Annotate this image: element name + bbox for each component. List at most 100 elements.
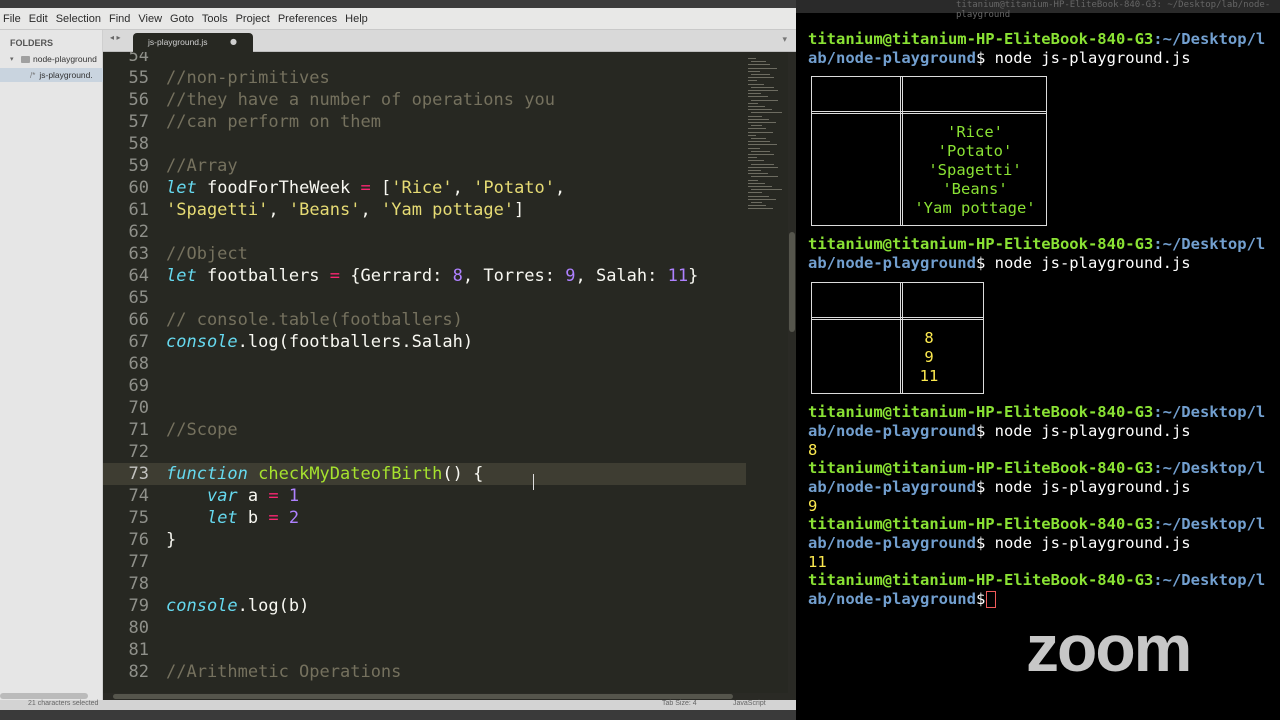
code-token: 'Beans' [288, 200, 361, 220]
code-line[interactable]: 55 //non-primitives [103, 67, 746, 89]
code-line[interactable]: 70 [103, 397, 746, 419]
menu-preferences[interactable]: Preferences [275, 13, 342, 25]
command-text: $ node js-playground.js [975, 49, 1191, 67]
prompt-path: :~/Desktop/l [1153, 235, 1266, 253]
prompt-user: titanium@titanium-HP-EliteBook-840-G3 [808, 571, 1154, 589]
code-line[interactable]: 59 //Array [103, 155, 746, 177]
minimap-line [748, 198, 776, 200]
table-divider [812, 317, 983, 320]
menu-file[interactable]: File [0, 13, 26, 25]
code-line[interactable]: 74 var a = 1 [103, 485, 746, 507]
sidebar-file-js-playground[interactable]: /* js-playground. [0, 68, 103, 82]
code-line[interactable]: 72 [103, 441, 746, 463]
menu-tools[interactable]: Tools [199, 13, 233, 25]
minimap-line [751, 150, 770, 152]
minimap-line [748, 131, 773, 133]
code-line[interactable]: 54 [103, 52, 746, 67]
text-cursor-ibeam-icon [533, 474, 539, 490]
vertical-scrollbar[interactable] [788, 52, 796, 693]
table-header-values: Values [915, 291, 972, 309]
code-line[interactable]: 63 //Object [103, 243, 746, 265]
tab-dropdown-icon[interactable]: ▾ [782, 35, 787, 45]
prompt-user: titanium@titanium-HP-EliteBook-840-G3 [808, 235, 1154, 253]
code-token: 2 [288, 508, 300, 528]
status-bar: 21 characters selected Tab Size: 4 JavaS… [0, 700, 796, 710]
menu-view[interactable]: View [135, 13, 167, 25]
minimap-line [748, 179, 758, 181]
menu-project[interactable]: Project [233, 13, 275, 25]
code-line[interactable]: 62 [103, 221, 746, 243]
minimap-line [748, 90, 778, 91]
code-line[interactable]: 56 //they have a number of operations you [103, 89, 746, 111]
line-number: 64 [128, 266, 149, 286]
chevron-down-icon[interactable]: ▾ [10, 55, 18, 63]
code-line[interactable]: 67 console.log(footballers.Salah) [103, 331, 746, 353]
code-token: 'Spagetti' [166, 200, 269, 220]
prompt-path: :~/Desktop/l [1153, 459, 1266, 477]
code-line[interactable]: 79 console.log(b) [103, 595, 746, 617]
code-text: //can perform on them [166, 111, 381, 133]
code-line[interactable]: 75 let b = 2 [103, 507, 746, 529]
code-line[interactable]: 65 [103, 287, 746, 309]
menu-goto[interactable]: Goto [167, 13, 199, 25]
code-line[interactable]: 81 [103, 639, 746, 661]
horizontal-scrollbar-thumb[interactable] [113, 694, 733, 699]
code-area[interactable]: 54 55 //non-primitives 56 //they have a numb… [103, 52, 746, 693]
sidebar-horizontal-scrollbar[interactable] [0, 693, 88, 699]
code-text: function checkMyDateofBirth() { [166, 463, 483, 485]
code-line[interactable]: 77 [103, 551, 746, 573]
table-cell-value: 11 [919, 367, 939, 385]
sidebar: FOLDERS ▾ node-playground /* js-playgrou… [0, 30, 103, 710]
code-line[interactable]: 71 //Scope [103, 419, 746, 441]
terminal-command-line: ab/node-playground$ node js-playground.j… [808, 478, 1191, 497]
menu-find[interactable]: Find [106, 13, 135, 25]
code-line[interactable]: 76} [103, 529, 746, 551]
minimap-line [748, 134, 756, 136]
prompt-path: :~/Desktop/l [1153, 571, 1266, 589]
code-line[interactable]: 80 [103, 617, 746, 639]
line-number: 69 [128, 376, 149, 396]
code-text: //they have a number of operations you [166, 89, 555, 111]
tab-nav-arrows-icon[interactable]: ◂ ▸ [110, 33, 121, 42]
code-line[interactable]: 69 [103, 375, 746, 397]
line-number: 60 [128, 178, 149, 198]
terminal-input-line[interactable]: ab/node-playground$ [808, 590, 995, 609]
code-text: //Array [166, 155, 238, 177]
tab-label: js-playground.js [148, 37, 208, 47]
minimap-line [751, 112, 782, 114]
line-number: 79 [128, 596, 149, 616]
minimap[interactable] [746, 52, 788, 693]
code-line[interactable]: 61 'Spagetti', 'Beans', 'Yam pottage'] [103, 199, 746, 221]
code-line[interactable]: 64 let footballers = {Gerrard: 8, Torres:… [103, 265, 746, 287]
minimap-line [748, 67, 777, 69]
tab-js-playground[interactable]: js-playground.js ● [133, 33, 253, 52]
minimap-line [751, 125, 762, 127]
terminal-output: 9 [808, 497, 818, 515]
minimap-line [748, 106, 765, 107]
code-line[interactable]: 66 // console.table(footballers) [103, 309, 746, 331]
code-line[interactable]: 73 function checkMyDateofBirth() { [103, 463, 746, 485]
horizontal-scrollbar[interactable] [103, 693, 796, 700]
line-number: 81 [128, 640, 149, 660]
menu-edit[interactable]: Edit [26, 13, 53, 25]
status-syntax[interactable]: JavaScript [733, 700, 766, 707]
unsaved-dot-icon[interactable]: ● [230, 37, 237, 46]
menu-selection[interactable]: Selection [53, 13, 106, 25]
vertical-scrollbar-thumb[interactable] [789, 232, 795, 332]
table-cell-index: 0 [851, 123, 861, 141]
code-text: let foodForTheWeek = ['Rice', 'Potato', [166, 177, 565, 199]
code-token: a [237, 486, 269, 506]
code-line[interactable]: 82 //Arithmetic Operations [103, 661, 746, 683]
code-line[interactable]: 58 [103, 133, 746, 155]
sidebar-folder-node-playground[interactable]: ▾ node-playground [0, 52, 103, 66]
code-text: //non-primitives [166, 67, 330, 89]
minimap-line [748, 192, 762, 194]
status-tab-size[interactable]: Tab Size: 4 [662, 700, 697, 707]
menu-help[interactable]: Help [342, 13, 373, 25]
code-line[interactable]: 68 [103, 353, 746, 375]
code-line[interactable]: 57 //can perform on them [103, 111, 746, 133]
minimap-line [748, 182, 765, 184]
table-cell-index: Salah [832, 367, 880, 385]
code-line[interactable]: 78 [103, 573, 746, 595]
code-line[interactable]: 60 let foodForTheWeek = ['Rice', 'Potato'… [103, 177, 746, 199]
